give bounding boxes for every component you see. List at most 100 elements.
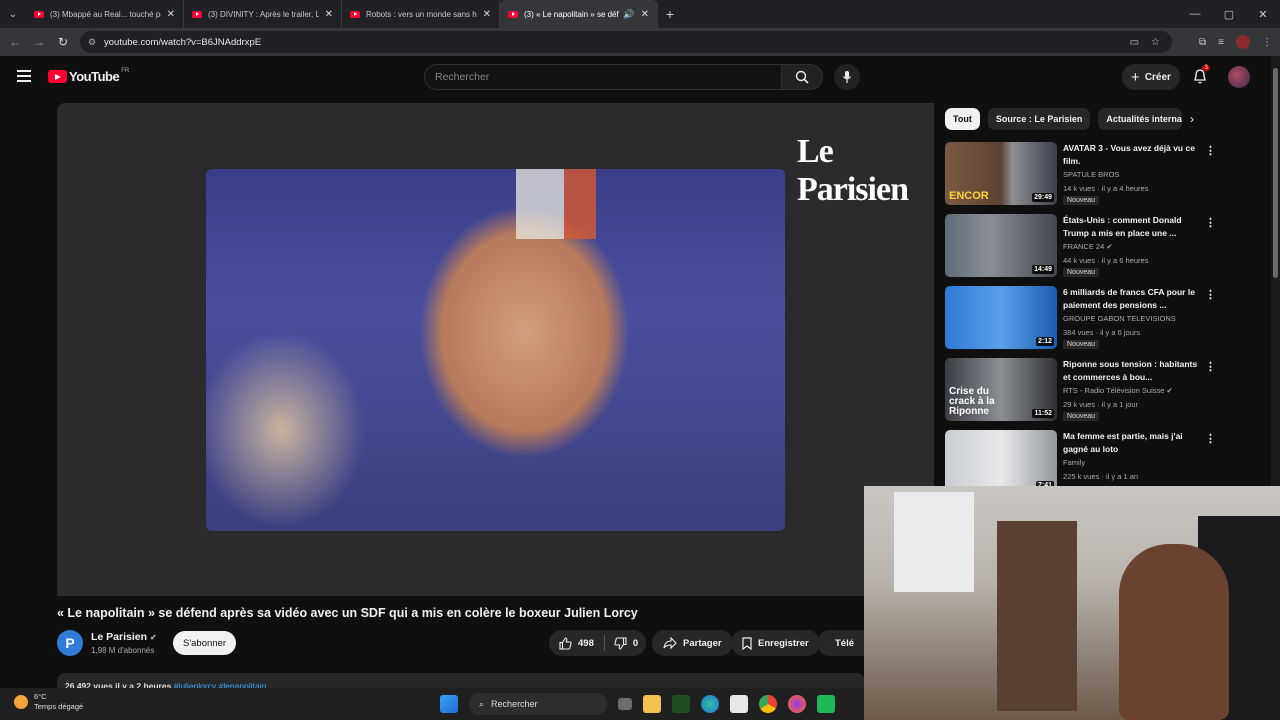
chrome-icon[interactable] [759,695,777,713]
store-icon[interactable] [730,695,748,713]
video-thumbnail[interactable]: 2:12 [945,286,1057,349]
browser-tab[interactable]: (3) DIVINITY : Après le trailer, Le ✕ [184,0,342,28]
recommendation-channel[interactable]: FRANCE 24 [1063,242,1104,251]
temperature: 6°C [34,692,47,701]
tab-title: (3) « Le napolitain » se défe [524,9,620,19]
video-player[interactable]: Le Parisien [57,103,934,596]
address-bar[interactable]: ⚙ youtube.com/watch?v=B6JNAddrxpE ▭ ☆ [80,31,1172,53]
recommendation-title[interactable]: 6 milliards de francs CFA pour le paieme… [1063,286,1203,311]
channel-avatar[interactable]: P [57,630,83,656]
youtube-logo[interactable]: YouTube FR [48,68,129,84]
recommendation-item[interactable]: ENCOR 29:49 AVATAR 3 - Vous avez déjà vu… [945,142,1216,206]
download-button[interactable]: Télé [817,630,865,656]
channel-name[interactable]: Le Parisien [91,631,147,643]
more-options-icon[interactable]: ⋮ [1205,432,1216,445]
new-tab-button[interactable]: + [658,6,682,22]
like-count: 498 [578,637,594,649]
firefox-icon[interactable] [788,695,806,713]
recommendation-channel-row[interactable]: RTS - Radio Télévision Suisse ✔ [1063,386,1173,395]
thumbnail-overlay-text: Crise du crack à la Riponne [949,386,995,417]
extensions-icon[interactable]: ⧉ [1199,37,1206,48]
browser-tab-active[interactable]: (3) « Le napolitain » se défe 🔊 ✕ [500,0,658,28]
recommendation-channel[interactable]: Family [1063,458,1085,467]
thumbnail-overlay-text: ENCOR [949,190,989,202]
close-tab-icon[interactable]: ✕ [641,9,649,20]
more-options-icon[interactable]: ⋮ [1205,360,1216,373]
maximize-icon[interactable]: ▢ [1212,0,1246,28]
youtube-play-icon [48,70,67,83]
video-frame [206,169,785,531]
recommendation-item[interactable]: 14:49 États-Unis : comment Donald Trump … [945,214,1216,278]
green-app-icon[interactable] [817,695,835,713]
edge-icon[interactable] [701,695,719,713]
recommendation-channel[interactable]: RTS - Radio Télévision Suisse [1063,386,1164,395]
close-window-icon[interactable]: ✕ [1246,0,1280,28]
scrollbar-thumb[interactable] [1273,68,1278,278]
search-button[interactable] [781,64,823,90]
recommendation-title[interactable]: Riponne sous tension : habitants et comm… [1063,358,1203,383]
cast-icon[interactable]: ▭ [1130,37,1139,48]
back-icon[interactable]: ← [3,35,27,49]
minimize-icon[interactable]: — [1178,0,1212,28]
windows-start-icon[interactable] [440,695,458,713]
dislike-button[interactable]: 0 [605,636,647,650]
video-thumbnail[interactable]: ENCOR 29:49 [945,142,1057,205]
new-badge: Nouveau [1063,412,1100,421]
weather-widget[interactable]: 6°C Temps dégagé [14,692,83,712]
voice-search-button[interactable] [834,64,860,90]
tab-search-icon[interactable]: ⌄ [0,0,26,28]
notification-count-badge: 3 [1202,65,1211,71]
like-button[interactable]: 498 [549,635,605,651]
video-thumbnail[interactable]: Crise du crack à la Riponne 11:52 [945,358,1057,421]
recommendation-meta: 14 k vues · il y a 4 heures [1063,184,1149,193]
account-avatar[interactable] [1228,66,1250,88]
page-scrollbar[interactable] [1271,56,1280,487]
recommendation-title[interactable]: Ma femme est partie, mais j'ai gagné au … [1063,430,1203,455]
speaker-icon[interactable]: 🔊 [623,9,634,20]
chevron-right-icon[interactable]: › [1190,112,1194,126]
bookmark-star-icon[interactable]: ☆ [1151,37,1160,48]
menu-icon[interactable] [17,70,31,82]
notifications-button[interactable]: 3 [1192,65,1211,86]
recommendation-item[interactable]: Crise du crack à la Riponne 11:52 Riponn… [945,358,1216,422]
more-options-icon[interactable]: ⋮ [1205,144,1216,157]
close-tab-icon[interactable]: ✕ [483,9,491,20]
recommendation-channel[interactable]: GROUPE GABON TELEVISIONS [1063,314,1176,323]
chip-all[interactable]: Tout [945,108,980,130]
thumbs-down-icon [614,636,627,650]
save-button[interactable]: Enregistrer [731,630,820,656]
task-view-icon[interactable] [618,698,632,710]
forward-icon[interactable]: → [27,35,51,49]
recommendation-item[interactable]: 2:12 6 milliards de francs CFA pour le p… [945,286,1216,350]
subscribe-button[interactable]: S'abonner [173,631,236,655]
video-thumbnail[interactable]: 14:49 [945,214,1057,277]
close-tab-icon[interactable]: ✕ [325,9,333,20]
recommendation-item[interactable]: 7:41 Ma femme est partie, mais j'ai gagn… [945,430,1216,494]
more-options-icon[interactable]: ⋮ [1205,288,1216,301]
create-button[interactable]: + Créer [1122,64,1180,90]
microphone-icon [843,71,851,83]
recommendation-channel[interactable]: SPATULE BROS [1063,170,1119,179]
recommendation-meta: 225 k vues · il y a 1 an [1063,472,1139,481]
share-button[interactable]: Partager [652,630,733,656]
media-controls-icon[interactable]: ≡ [1218,37,1224,48]
close-tab-icon[interactable]: ✕ [167,9,175,20]
file-explorer-icon[interactable] [643,695,661,713]
video-thumbnail[interactable]: 7:41 [945,430,1057,493]
chip-source[interactable]: Source : Le Parisien [987,108,1091,130]
site-info-icon[interactable]: ⚙ [88,37,98,48]
taskbar-search[interactable]: ⌕ Rechercher [469,693,607,715]
browser-tab[interactable]: Robots : vers un monde sans hu ✕ [342,0,500,28]
recommendation-title[interactable]: États-Unis : comment Donald Trump a mis … [1063,214,1203,239]
browser-menu-icon[interactable]: ⋮ [1262,37,1272,48]
browser-tab[interactable]: (3) Mbappé au Real... touché pa ✕ [26,0,184,28]
recommendation-channel-row[interactable]: FRANCE 24 ✔ [1063,242,1113,251]
recommendation-title[interactable]: AVATAR 3 - Vous avez déjà vu ce film. [1063,142,1203,167]
channel-name-row[interactable]: Le Parisien ✔ [91,631,157,643]
search-input[interactable]: Rechercher [424,64,782,90]
chip-news[interactable]: Actualités internat [1098,108,1183,130]
more-options-icon[interactable]: ⋮ [1205,216,1216,229]
nvidia-icon[interactable] [672,695,690,713]
reload-icon[interactable]: ↻ [51,35,75,49]
profile-avatar[interactable] [1236,35,1250,49]
